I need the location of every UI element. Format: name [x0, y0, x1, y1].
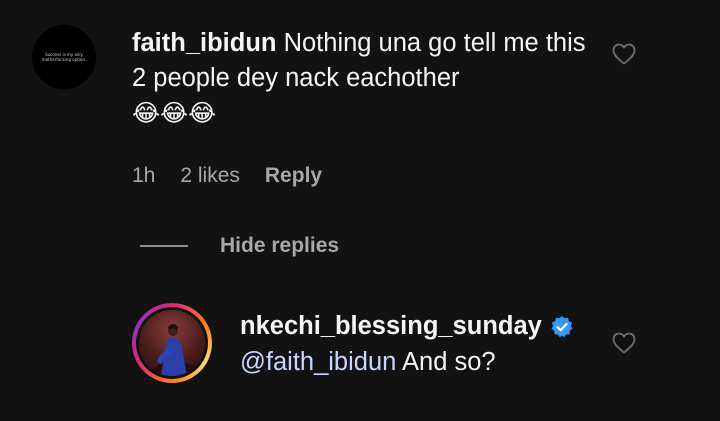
reply-username[interactable]: nkechi_blessing_sunday	[240, 312, 542, 341]
avatar	[139, 310, 205, 376]
avatar[interactable]: Success is my only motherfucking option.	[32, 25, 96, 89]
comment-time: 1h	[132, 164, 156, 187]
hide-replies-toggle[interactable]: Hide replies	[140, 234, 339, 258]
reply-body: @faith_ibidun And so?	[240, 348, 496, 377]
reply-header: nkechi_blessing_sunday	[240, 312, 574, 341]
avatar-figure	[153, 324, 197, 376]
comment-emojis: 😂😂😂	[132, 99, 217, 127]
comment-likes[interactable]: 2 likes	[180, 164, 240, 188]
heart-outline-icon[interactable]	[612, 332, 636, 354]
reply-button[interactable]: Reply	[265, 164, 322, 188]
heart-outline-icon[interactable]	[612, 43, 636, 65]
avatar-story-ring[interactable]	[132, 303, 212, 383]
verified-badge-icon	[551, 315, 573, 337]
reply-text: And so?	[402, 348, 496, 376]
reply-mention-link[interactable]: @faith_ibidun	[240, 348, 396, 376]
comment-username[interactable]: faith_ibidun	[132, 29, 276, 57]
avatar-caption: Success is my only motherfucking option.	[41, 52, 87, 62]
comment-meta: 1h 2 likes Reply	[132, 164, 322, 188]
divider-line	[140, 245, 188, 247]
comment-body: faith_ibidun Nothing una go tell me this…	[132, 26, 592, 131]
hide-replies-label[interactable]: Hide replies	[220, 234, 339, 258]
